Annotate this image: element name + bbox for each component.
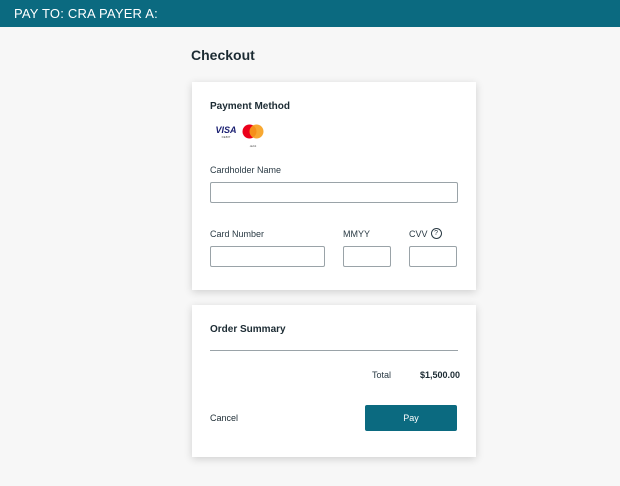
- total-amount: $1,500.00: [420, 370, 461, 380]
- order-summary-card: Order Summary Total $1,500.00 Cancel Pay: [192, 305, 476, 457]
- payment-method-card: Payment Method VISA DEBIT debit Cardhold…: [192, 82, 476, 290]
- cardholder-name-label: Cardholder Name: [210, 165, 282, 175]
- expiry-field[interactable]: [343, 246, 391, 267]
- card-number-field[interactable]: [210, 246, 325, 267]
- expiry-label: MMYY: [343, 229, 370, 239]
- pay-to-title: PAY TO: CRA PAYER A:: [14, 6, 158, 21]
- help-icon[interactable]: ?: [430, 228, 442, 240]
- summary-divider: [210, 350, 458, 351]
- mastercard-debit-icon: debit: [241, 124, 265, 149]
- card-number-label: Card Number: [210, 229, 265, 239]
- pay-button[interactable]: Pay: [365, 405, 457, 431]
- cancel-link[interactable]: Cancel: [210, 413, 238, 423]
- cardholder-name-field[interactable]: [210, 182, 458, 203]
- cvv-label-group: CVV?: [409, 228, 442, 240]
- cvv-label: CVV: [409, 229, 428, 239]
- total-label: Total: [372, 370, 392, 380]
- visa-debit-icon: VISA DEBIT: [215, 125, 237, 139]
- order-summary-title: Order Summary: [210, 324, 286, 335]
- page-title: Checkout: [191, 47, 255, 63]
- top-header-bar: PAY TO: CRA PAYER A:: [0, 0, 620, 27]
- cvv-field[interactable]: [409, 246, 457, 267]
- payment-method-title: Payment Method: [210, 101, 291, 112]
